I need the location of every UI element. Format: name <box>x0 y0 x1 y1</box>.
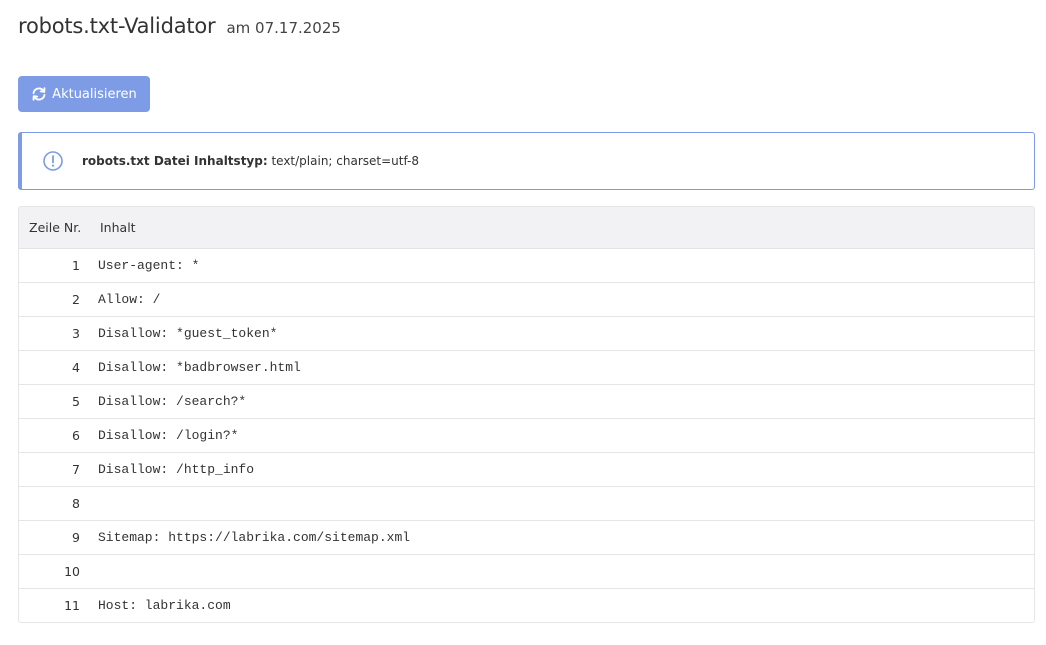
table-row: 6 Disallow: /login?* <box>19 418 1034 453</box>
column-header-content: Inhalt <box>97 207 1034 249</box>
line-content <box>97 554 1034 589</box>
line-content: Disallow: *badbrowser.html <box>97 350 1034 385</box>
line-content: User-agent: * <box>97 248 1034 283</box>
line-number: 11 <box>64 598 80 613</box>
refresh-button[interactable]: Aktualisieren <box>18 76 150 112</box>
line-content: Disallow: /search?* <box>97 384 1034 419</box>
table-row: 1 User-agent: * <box>19 248 1034 283</box>
table-row: 7 Disallow: /http_info <box>19 452 1034 487</box>
table-row: 11 Host: labrika.com <box>19 589 1034 623</box>
content-type-value: text/plain; charset=utf-8 <box>267 154 420 168</box>
line-content <box>97 486 1034 521</box>
title-date: am 07.17.2025 <box>226 19 341 37</box>
exclamation-circle-icon <box>42 150 64 172</box>
table-row: 10 <box>19 554 1034 589</box>
table-row: 2 Allow: / <box>19 282 1034 317</box>
line-content: Allow: / <box>97 282 1034 317</box>
table-row: 8 <box>19 486 1034 521</box>
line-content: Disallow: *guest_token* <box>97 316 1034 351</box>
table-row: 4 Disallow: *badbrowser.html <box>19 350 1034 385</box>
line-number: 1 <box>19 248 97 283</box>
content-type-text: robots.txt Datei Inhaltstyp: text/plain;… <box>82 154 419 168</box>
line-content: Disallow: /http_info <box>97 452 1034 487</box>
line-content: Disallow: /login?* <box>97 418 1034 453</box>
table-row: 5 Disallow: /search?* <box>19 384 1034 419</box>
line-content: Sitemap: https://labrika.com/sitemap.xml <box>97 520 1034 555</box>
table-row: 9 Sitemap: https://labrika.com/sitemap.x… <box>19 520 1034 555</box>
line-content: Host: labrika.com <box>98 598 231 613</box>
line-number: 7 <box>19 452 97 487</box>
table-row: 3 Disallow: *guest_token* <box>19 316 1034 351</box>
robots-table: Zeile Nr. Inhalt 1 User-agent: * 2 Allow… <box>18 206 1035 623</box>
line-number: 3 <box>19 316 97 351</box>
line-number: 8 <box>19 486 97 521</box>
line-number: 4 <box>19 350 97 385</box>
page-title: robots.txt-Validator <box>18 14 216 38</box>
refresh-button-label: Aktualisieren <box>52 86 137 102</box>
column-header-line-number: Zeile Nr. <box>19 207 97 249</box>
line-number: 9 <box>19 520 97 555</box>
line-number: 6 <box>19 418 97 453</box>
table-header-row: Zeile Nr. Inhalt <box>19 207 1034 249</box>
line-number: 2 <box>19 282 97 317</box>
line-number: 5 <box>19 384 97 419</box>
content-type-alert: robots.txt Datei Inhaltstyp: text/plain;… <box>18 132 1035 190</box>
refresh-icon <box>31 87 47 101</box>
content-type-label: robots.txt Datei Inhaltstyp: <box>82 154 268 168</box>
page-header: robots.txt-Validator am 07.17.2025 <box>18 14 341 46</box>
line-number: 10 <box>19 554 97 589</box>
